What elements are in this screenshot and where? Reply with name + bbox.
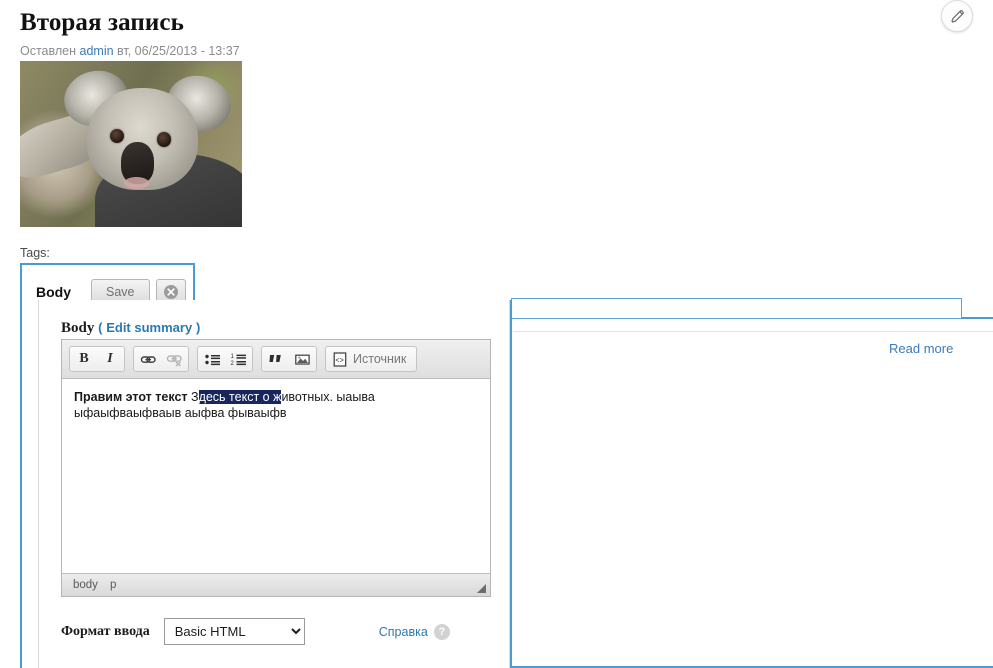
image-button[interactable]	[289, 348, 315, 370]
quote-icon	[269, 354, 281, 362]
italic-button[interactable]: I	[97, 348, 123, 370]
tags-input[interactable]	[511, 298, 962, 319]
author-link[interactable]: admin	[80, 44, 114, 58]
editor-paragraph: Правим этот текст Здесь текст о животных…	[74, 389, 478, 421]
unlink-button	[161, 348, 187, 370]
blockquote-button[interactable]	[263, 348, 289, 370]
body-field-label: Body ( Edit summary )	[61, 320, 200, 337]
filter-help-link[interactable]: Справка	[379, 625, 428, 639]
numbered-list-button[interactable]: 1 2	[225, 348, 251, 370]
svg-text:1: 1	[230, 354, 234, 360]
svg-text:2: 2	[230, 361, 234, 367]
submitted-date: вт, 06/25/2013 - 13:37	[117, 44, 240, 58]
source-button[interactable]: <> Источник	[327, 348, 415, 370]
bulleted-list-button[interactable]	[199, 348, 225, 370]
filter-help-label: Справка	[378, 624, 428, 639]
edit-pencil-button[interactable]	[941, 0, 973, 32]
element-path-body[interactable]: body	[73, 579, 98, 591]
bold-button[interactable]: B	[71, 348, 97, 370]
ckeditor: B I 1 2 <> Источник Правим этот текст Зд…	[61, 339, 491, 597]
submitted-meta: Оставлен admin вт, 06/25/2013 - 13:37	[20, 44, 993, 58]
modal-inner: Body ( Edit summary ) B I 1 2 <> Источни…	[38, 300, 510, 668]
koala-muzzle	[124, 177, 149, 189]
page-title: Вторая запись	[20, 9, 184, 36]
image-icon	[294, 354, 310, 365]
svg-text:<>: <>	[335, 357, 343, 365]
article-image	[20, 61, 242, 227]
resize-handle-icon[interactable]	[477, 584, 486, 593]
text-format-label: Формат ввода	[61, 623, 150, 639]
submitted-prefix: Оставлен	[20, 44, 77, 58]
text-format-row: Формат ввода Basic HTMLRestricted HTMLFu…	[61, 618, 491, 645]
body-label-text: Body	[61, 320, 95, 336]
question-mark-icon[interactable]: ?	[433, 623, 450, 640]
numbered-list-icon: 1 2	[230, 354, 246, 367]
bulleted-list-icon	[204, 354, 220, 365]
toolbar-group-source: <> Источник	[325, 346, 418, 372]
element-path-p[interactable]: p	[110, 579, 116, 591]
read-more-link[interactable]: Read more	[889, 341, 953, 356]
editor-text-before: З	[191, 390, 199, 404]
edit-summary-link[interactable]: Edit summary	[106, 320, 192, 335]
source-icon: <>	[333, 351, 347, 367]
ckeditor-editable-area[interactable]: Правим этот текст Здесь текст о животных…	[62, 379, 490, 573]
paren-close: )	[195, 320, 201, 335]
panel-divider	[513, 331, 993, 332]
tab-body[interactable]: Body	[36, 284, 71, 300]
tags-label: Tags:	[20, 246, 50, 260]
article-node: Вторая запись Оставлен admin вт, 06/25/2…	[0, 0, 993, 260]
text-format-select[interactable]: Basic HTMLRestricted HTMLFull HTML	[163, 618, 305, 645]
editor-selected-text: десь текст о ж	[198, 390, 282, 404]
paren-open: (	[98, 320, 103, 335]
body-edit-modal: Body ( Edit summary ) B I 1 2 <> Источни…	[20, 300, 512, 668]
link-icon	[140, 355, 156, 363]
editor-bold-lead: Правим этот текст	[74, 390, 191, 404]
toolbar-group-lists: 1 2	[197, 346, 253, 372]
unlink-icon	[166, 354, 182, 366]
toolbar-group-basicstyles: B I	[69, 346, 125, 372]
link-button[interactable]	[135, 348, 161, 370]
ckeditor-statusbar: body p	[62, 573, 490, 596]
toolbar-group-insert	[261, 346, 317, 372]
toolbar-group-links	[133, 346, 189, 372]
ckeditor-toolbar: B I 1 2 <> Источник	[62, 340, 490, 379]
pencil-icon	[950, 9, 964, 23]
koala-eye-right	[156, 132, 171, 147]
close-circle-icon	[163, 285, 178, 299]
source-button-label: Источник	[353, 352, 407, 366]
